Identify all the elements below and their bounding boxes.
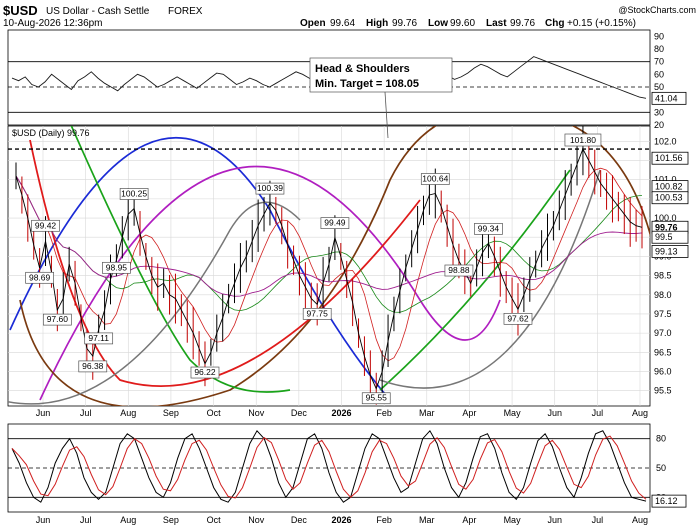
stochastic-x-axis-label: Dec — [291, 515, 308, 525]
swing-point-label: 98.95 — [106, 262, 128, 272]
watermark: @StockCharts.com — [618, 5, 696, 15]
chg-value: +0.15 (+0.15%) — [567, 18, 636, 29]
neckline-label: 101.80 — [570, 135, 596, 145]
rsi-tick-label: 90 — [654, 31, 664, 41]
price-x-axis-label: Aug — [120, 408, 136, 418]
rsi-tick-label: 60 — [654, 69, 664, 79]
price-value-tag-label: 99.5 — [655, 232, 673, 242]
price-tick-label: 98.0 — [654, 290, 672, 300]
stochastic-x-axis-label: Mar — [419, 515, 435, 525]
price-x-axis-label: 2026 — [331, 408, 351, 418]
price-tick-label: 97.0 — [654, 328, 672, 338]
price-x-axis-label: Nov — [248, 408, 265, 418]
swing-point-label: 96.22 — [194, 367, 216, 377]
swing-point-label: 97.60 — [47, 314, 69, 324]
price-x-axis-label: Aug — [632, 408, 648, 418]
quote-date: 10-Aug-2026 12:36pm — [3, 18, 103, 29]
stochastic-x-axis-label: Aug — [632, 515, 648, 525]
stochastic-x-axis-label: Feb — [376, 515, 392, 525]
price-tick-label: 96.0 — [654, 366, 672, 376]
rsi-tick-label: 20 — [654, 120, 664, 130]
swing-point-label: 98.69 — [29, 272, 51, 282]
stochastic-x-axis-label: Jul — [80, 515, 92, 525]
price-value-tag-label: 100.82 — [655, 182, 683, 192]
price-tick-label: 98.5 — [654, 271, 672, 281]
stochastic-x-axis-label: Oct — [207, 515, 222, 525]
stochastic-tick-label: 80 — [656, 434, 666, 444]
low-label: Low — [428, 18, 448, 29]
swing-point-label: 97.75 — [307, 308, 329, 318]
swing-point-label: 100.39 — [257, 183, 283, 193]
stochastic-x-axis-label: Jun — [547, 515, 562, 525]
stochastic-x-axis-label: 2026 — [331, 515, 351, 525]
swing-point-label: 99.34 — [478, 223, 500, 233]
stochastic-x-axis-label: Jul — [592, 515, 604, 525]
open-value: 99.64 — [330, 18, 355, 29]
price-x-axis-label: Feb — [376, 408, 392, 418]
rsi-tick-label: 50 — [654, 82, 664, 92]
chart: $USD US Dollar - Cash Settle FOREX 10-Au… — [3, 3, 696, 525]
swing-point-label: 100.25 — [121, 188, 147, 198]
price-tick-label: 96.5 — [654, 347, 672, 357]
price-x-axis-label: Jun — [36, 408, 51, 418]
stochastic-x-axis-label: Jun — [36, 515, 51, 525]
high-value: 99.76 — [392, 18, 417, 29]
price-tick-label: 97.5 — [654, 309, 672, 319]
swing-point-label: 96.38 — [82, 361, 104, 371]
swing-point-label: 100.64 — [422, 174, 448, 184]
price-value-tag-label: 100.53 — [655, 193, 683, 203]
rsi-tick-label: 70 — [654, 57, 664, 67]
price-panel-title: $USD (Daily) 99.76 — [12, 128, 90, 138]
price-x-axis-label: Apr — [462, 408, 476, 418]
high-label: High — [366, 18, 388, 29]
low-value: 99.60 — [450, 18, 475, 29]
annotation-line-2: Min. Target = 108.05 — [315, 78, 419, 90]
rsi-tick-label: 30 — [654, 107, 664, 117]
stochastic-x-axis-label: Nov — [248, 515, 265, 525]
swing-point-label: 98.88 — [448, 265, 470, 275]
price-x-axis-label: May — [504, 408, 522, 418]
stochastic-x-axis-label: Apr — [462, 515, 476, 525]
price-x-axis-label: Jun — [547, 408, 562, 418]
swing-point-label: 95.55 — [366, 393, 388, 403]
price-tick-label: 95.5 — [654, 386, 672, 396]
swing-point-label: 99.42 — [35, 220, 57, 230]
price-x-axis-label: Sep — [163, 408, 179, 418]
swing-point-label: 99.49 — [324, 218, 346, 228]
swing-point-label: 97.62 — [507, 313, 529, 323]
price-x-axis-label: Mar — [419, 408, 435, 418]
last-value: 99.76 — [510, 18, 535, 29]
annotation-line-1: Head & Shoulders — [315, 63, 410, 75]
price-value-tag-label: 101.56 — [655, 153, 683, 163]
price-x-axis-label: Dec — [291, 408, 308, 418]
stochastic-x-axis-label: Sep — [163, 515, 179, 525]
stochastic-x-axis-label: May — [504, 515, 522, 525]
price-x-axis-label: Jul — [80, 408, 92, 418]
stochastic-last-value: 16.12 — [655, 496, 678, 506]
rsi-last-value: 41.04 — [655, 93, 678, 103]
symbol: $USD — [3, 3, 38, 18]
exchange: FOREX — [168, 6, 203, 17]
swing-point-label: 97.11 — [88, 333, 109, 343]
price-value-tag-label: 99.76 — [655, 222, 678, 232]
price-value-tag-label: 99.13 — [655, 246, 678, 256]
instrument-name: US Dollar - Cash Settle — [46, 6, 150, 17]
price-tick-label: 102.0 — [654, 136, 677, 146]
price-x-axis-label: Jul — [592, 408, 604, 418]
stochastic-panel — [7, 423, 651, 513]
price-x-axis-label: Oct — [207, 408, 222, 418]
chg-label: Chg — [545, 18, 564, 29]
stochastic-tick-label: 50 — [656, 463, 666, 473]
rsi-tick-label: 80 — [654, 44, 664, 54]
stochastic-x-axis-label: Aug — [120, 515, 136, 525]
open-label: Open — [300, 18, 326, 29]
last-label: Last — [486, 18, 507, 29]
chart-header: $USD US Dollar - Cash Settle FOREX 10-Au… — [3, 3, 696, 29]
